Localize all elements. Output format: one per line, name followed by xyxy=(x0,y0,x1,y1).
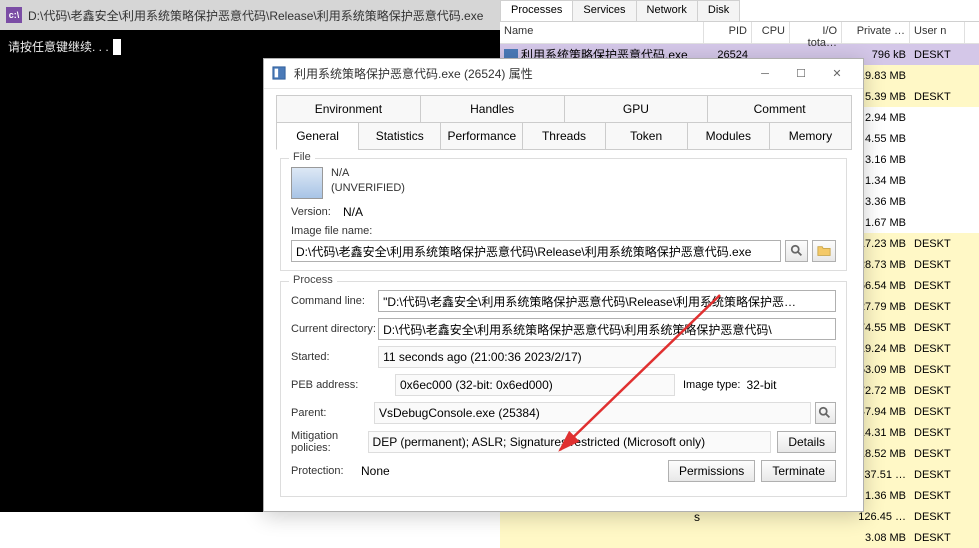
tab-performance[interactable]: Performance xyxy=(440,123,523,150)
dialog-tabs-row1: EnvironmentHandlesGPUComment xyxy=(264,89,863,123)
tab-environment[interactable]: Environment xyxy=(276,95,421,123)
app-icon xyxy=(272,66,288,82)
terminate-button[interactable]: Terminate xyxy=(761,460,836,482)
imgtype-value: 32-bit xyxy=(746,378,776,392)
curdir-input[interactable] xyxy=(378,318,836,340)
dialog-title: 利用系统策略保护恶意代码.exe (26524) 属性 xyxy=(294,65,747,82)
mitigation-label: Mitigation policies: xyxy=(291,430,368,454)
col-user[interactable]: User n xyxy=(910,22,965,43)
process-group-title: Process xyxy=(289,274,337,286)
image-file-input[interactable] xyxy=(291,240,781,262)
started-input[interactable] xyxy=(378,346,836,368)
file-group-title: File xyxy=(289,151,315,163)
peb-label: PEB address: xyxy=(291,379,395,391)
details-button[interactable]: Details xyxy=(777,431,836,453)
file-verified: (UNVERIFIED) xyxy=(331,182,405,194)
parent-input[interactable] xyxy=(374,402,811,424)
file-group: File N/A (UNVERIFIED) Version: N/A Image… xyxy=(280,158,847,271)
process-group: Process Command line: Current directory:… xyxy=(280,281,847,497)
close-button[interactable]: ✕ xyxy=(819,60,855,88)
dialog-tabs-row2: GeneralStatisticsPerformanceThreadsToken… xyxy=(264,123,863,150)
console-cursor xyxy=(113,39,121,55)
col-name[interactable]: Name xyxy=(500,22,704,43)
curdir-label: Current directory: xyxy=(291,323,378,335)
tab-modules[interactable]: Modules xyxy=(687,123,770,150)
version-value: N/A xyxy=(343,205,363,219)
process-tab-services[interactable]: Services xyxy=(572,0,636,21)
tab-memory[interactable]: Memory xyxy=(769,123,852,150)
peb-input[interactable] xyxy=(395,374,675,396)
col-cpu[interactable]: CPU xyxy=(752,22,790,43)
file-name: N/A xyxy=(331,167,405,179)
console-icon: c:\ xyxy=(6,7,22,23)
tab-threads[interactable]: Threads xyxy=(522,123,605,150)
process-table-header[interactable]: Name PID CPU I/O tota… Private … User n xyxy=(500,22,979,44)
tab-handles[interactable]: Handles xyxy=(420,95,565,123)
console-prompt: 请按任意键继续. . . xyxy=(8,40,109,54)
tab-comment[interactable]: Comment xyxy=(707,95,852,123)
protection-value: None xyxy=(361,464,390,478)
imgtype-label: Image type: xyxy=(683,379,740,391)
minimize-button[interactable]: ─ xyxy=(747,60,783,88)
permissions-button[interactable]: Permissions xyxy=(668,460,755,482)
cmdline-label: Command line: xyxy=(291,295,378,307)
process-tab-disk[interactable]: Disk xyxy=(697,0,740,21)
process-tab-network[interactable]: Network xyxy=(636,0,698,21)
dialog-titlebar[interactable]: 利用系统策略保护恶意代码.exe (26524) 属性 ─ ☐ ✕ xyxy=(264,59,863,89)
table-row[interactable]: 3.08 MBDESKT xyxy=(500,527,979,548)
file-big-icon xyxy=(291,167,323,199)
mitigation-input[interactable] xyxy=(368,431,772,453)
search-file-button[interactable] xyxy=(785,240,809,262)
goto-parent-button[interactable] xyxy=(815,402,836,424)
parent-label: Parent: xyxy=(291,407,374,419)
tab-statistics[interactable]: Statistics xyxy=(358,123,441,150)
col-priv[interactable]: Private … xyxy=(842,22,910,43)
process-tab-processes[interactable]: Processes xyxy=(500,0,573,21)
open-folder-button[interactable] xyxy=(812,240,836,262)
col-pid[interactable]: PID xyxy=(704,22,752,43)
tab-gpu[interactable]: GPU xyxy=(564,95,709,123)
console-title-text: D:\代码\老鑫安全\利用系统策略保护恶意代码\Release\利用系统策略保护… xyxy=(28,7,483,24)
protection-label: Protection: xyxy=(291,465,361,477)
cmdline-input[interactable] xyxy=(378,290,836,312)
col-io[interactable]: I/O tota… xyxy=(790,22,842,43)
maximize-button[interactable]: ☐ xyxy=(783,60,819,88)
tab-general[interactable]: General xyxy=(276,123,359,150)
version-label: Version: xyxy=(291,206,343,218)
image-file-label: Image file name: xyxy=(291,225,836,237)
process-tabbar: ProcessesServicesNetworkDisk xyxy=(500,0,979,22)
console-titlebar[interactable]: c:\ D:\代码\老鑫安全\利用系统策略保护恶意代码\Release\利用系统… xyxy=(0,0,500,30)
tab-token[interactable]: Token xyxy=(605,123,688,150)
started-label: Started: xyxy=(291,351,378,363)
properties-dialog: 利用系统策略保护恶意代码.exe (26524) 属性 ─ ☐ ✕ Enviro… xyxy=(263,58,864,512)
